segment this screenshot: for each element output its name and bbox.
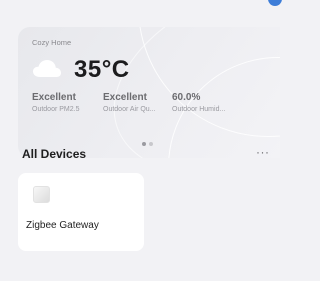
metric-label: Outdoor Air Qu... bbox=[103, 106, 156, 113]
metric-value: Excellent bbox=[103, 92, 147, 103]
device-name: Zigbee Gateway bbox=[26, 220, 99, 231]
cloud-icon bbox=[33, 60, 61, 77]
metric-label: Outdoor Humid... bbox=[172, 106, 226, 113]
pagination-dot-active[interactable] bbox=[142, 142, 146, 146]
metric-label: Outdoor PM2.5 bbox=[32, 106, 80, 113]
carousel-pagination bbox=[142, 142, 153, 146]
weather-card[interactable]: Cozy Home 35°C Excellent Outdoor PM2.5 E… bbox=[18, 27, 280, 158]
temperature: 35°C bbox=[74, 56, 130, 83]
metric-humidity: 60.0% Outdoor Humid... bbox=[172, 92, 225, 113]
more-icon[interactable]: ··· bbox=[256, 145, 270, 159]
metric-value: Excellent bbox=[32, 92, 76, 103]
home-name: Cozy Home bbox=[32, 38, 72, 47]
smart-home-page: Cozy Home 35°C Excellent Outdoor PM2.5 E… bbox=[0, 0, 282, 281]
pagination-dot[interactable] bbox=[149, 142, 153, 146]
metric-pm25: Excellent Outdoor PM2.5 bbox=[32, 92, 79, 113]
metric-value: 60.0% bbox=[172, 92, 201, 103]
avatar[interactable] bbox=[268, 0, 282, 6]
gateway-icon bbox=[33, 186, 50, 203]
section-title: All Devices bbox=[22, 147, 87, 161]
metric-air-quality: Excellent Outdoor Air Qu... bbox=[103, 92, 156, 113]
device-card-zigbee-gateway[interactable]: Zigbee Gateway bbox=[18, 173, 144, 251]
